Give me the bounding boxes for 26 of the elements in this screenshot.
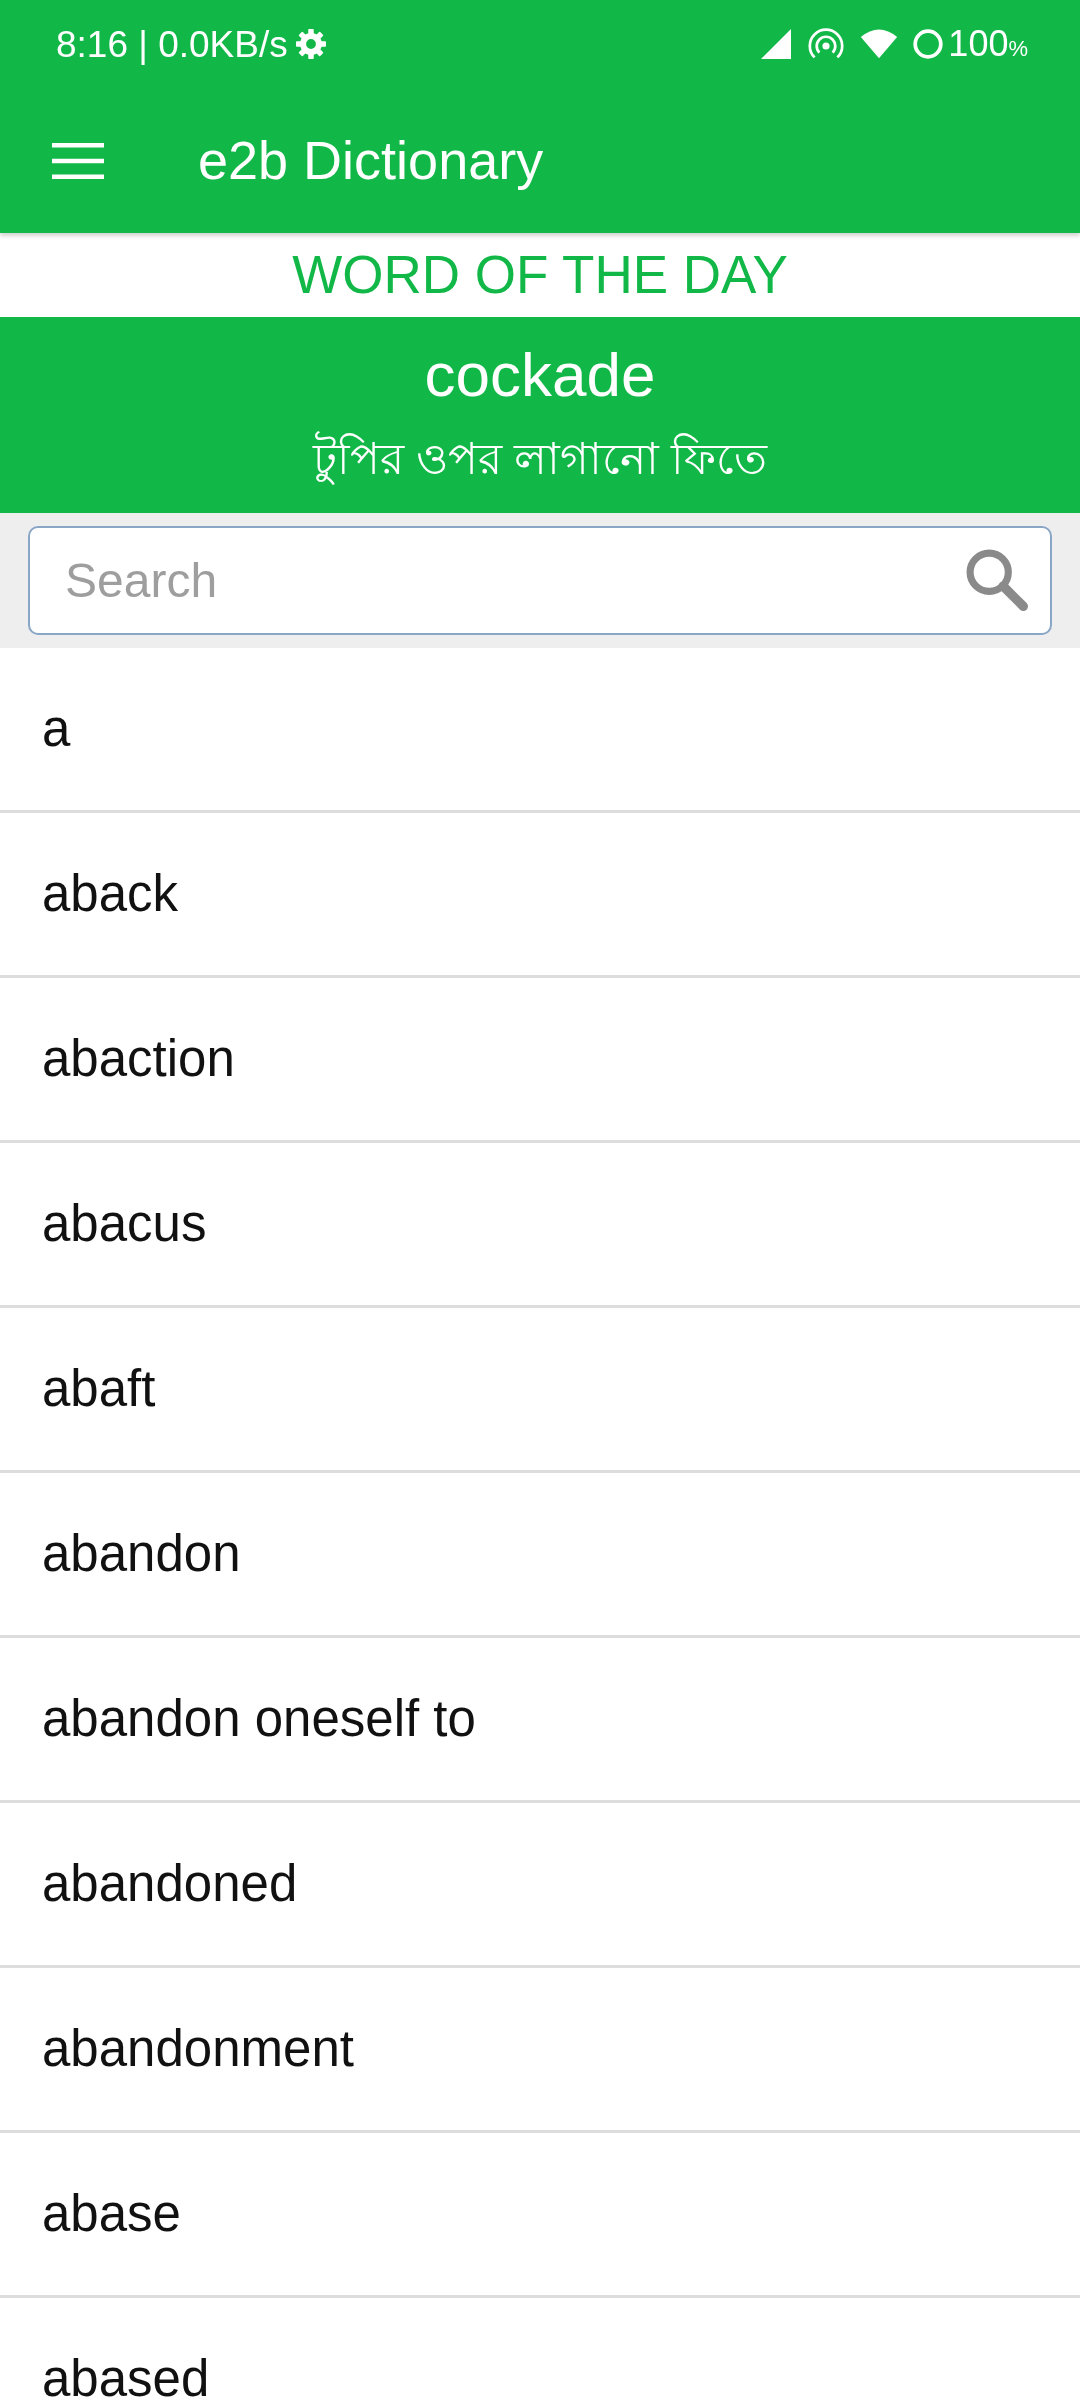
word-of-the-day-meaning: টুপির ওপর লাগানো ফিতে [312, 432, 768, 486]
wifi-icon [860, 29, 899, 59]
word-of-the-day-word: cockade [424, 340, 656, 409]
word-list-item[interactable]: abacus [0, 1143, 1080, 1308]
search-icon[interactable] [966, 549, 1028, 611]
battery-ring-icon [912, 28, 945, 60]
word-list-item[interactable]: aback [0, 813, 1080, 978]
status-text: 8:16 | 0.0KB/s [56, 25, 288, 63]
hotspot-icon [808, 27, 845, 61]
word-list-item[interactable]: abased [0, 2298, 1080, 2400]
battery-percentage: 100 [948, 26, 1009, 62]
menu-icon[interactable] [52, 142, 104, 179]
word-list-item[interactable]: abaft [0, 1308, 1080, 1473]
word-list-item[interactable]: abandon oneself to [0, 1638, 1080, 1803]
percent-sign: % [1008, 38, 1028, 60]
word-list-item[interactable]: abandon [0, 1473, 1080, 1638]
word-list-item[interactable]: abase [0, 2133, 1080, 2298]
word-list-item[interactable]: abandoned [0, 1803, 1080, 1968]
word-of-the-day-heading: WORD OF THE DAY [291, 243, 789, 306]
gear-icon [295, 29, 326, 59]
signal-icon [761, 29, 792, 59]
search-field[interactable]: Search [28, 526, 1052, 635]
word-list-item[interactable]: abaction [0, 978, 1080, 1143]
word-list-item[interactable]: abandonment [0, 1968, 1080, 2133]
word-list-item[interactable]: a [0, 648, 1080, 813]
app-title: e2b Dictionary [198, 129, 544, 193]
